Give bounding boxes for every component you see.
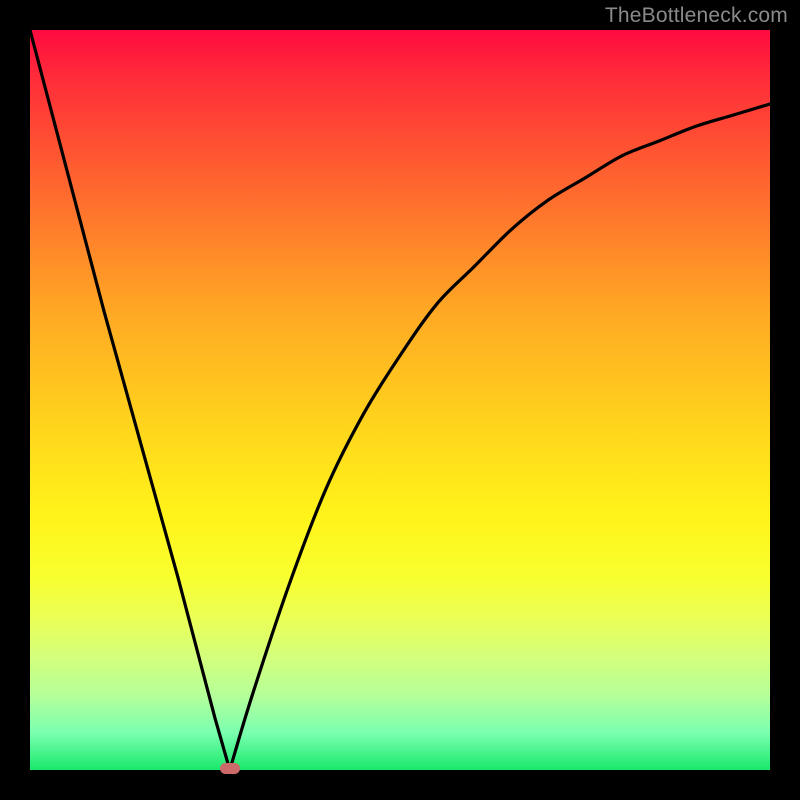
chart-frame: TheBottleneck.com (0, 0, 800, 800)
plot-area (30, 30, 770, 770)
watermark-text: TheBottleneck.com (605, 4, 788, 28)
minimum-marker (220, 763, 240, 774)
bottleneck-curve (30, 30, 770, 770)
